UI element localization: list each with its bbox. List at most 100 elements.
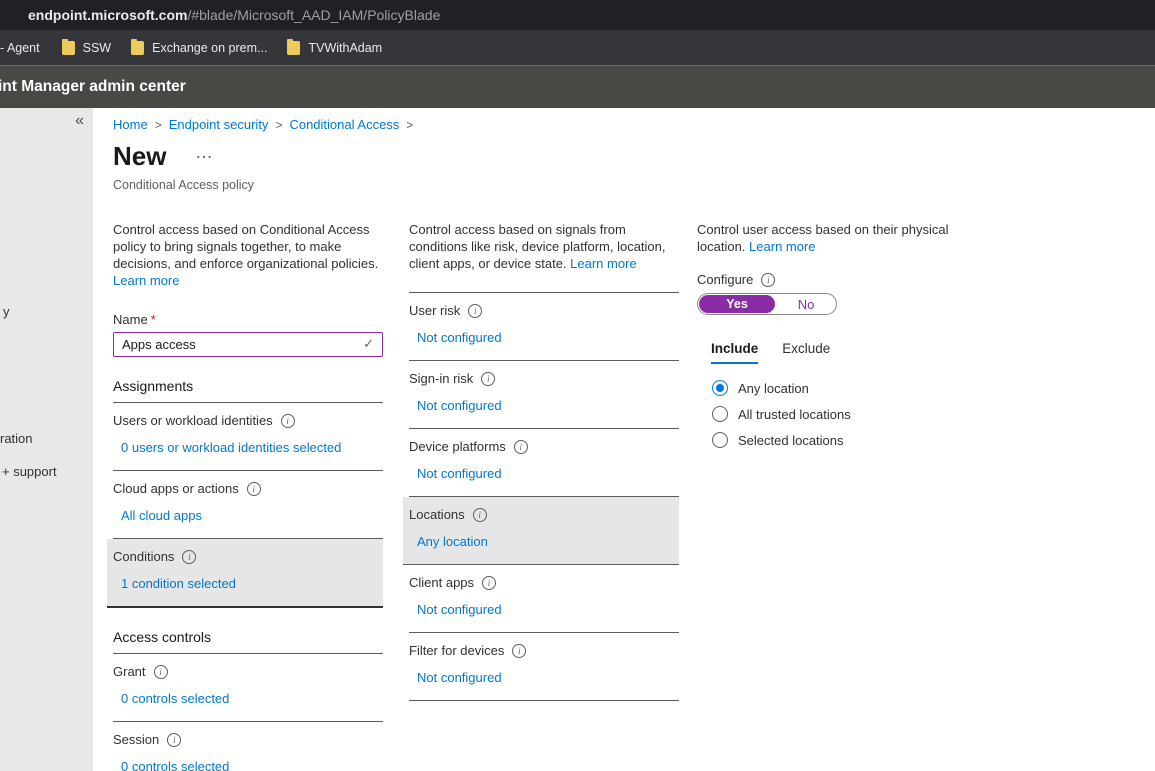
folder-icon <box>131 41 144 55</box>
chevron-right-icon: > <box>268 118 289 132</box>
tab-exclude[interactable]: Exclude <box>782 341 830 364</box>
device-platforms-link[interactable]: Not configured <box>417 466 502 481</box>
grant-item: Grant i 0 controls selected <box>113 654 383 722</box>
radio-unselected-icon <box>712 432 728 448</box>
name-input-wrap: ✓ <box>113 332 383 357</box>
item-label: User risk <box>409 303 460 318</box>
sign-in-risk-link[interactable]: Not configured <box>417 398 502 413</box>
locations-column: Control user access based on their physi… <box>697 221 952 771</box>
policy-column: Control access based on Conditional Acce… <box>113 221 383 771</box>
info-icon[interactable]: i <box>247 482 261 496</box>
include-exclude-tabs: Include Exclude <box>711 341 952 364</box>
bookmark-item-exchange[interactable]: Exchange on prem... <box>131 41 267 55</box>
item-label: Device platforms <box>409 439 506 454</box>
breadcrumb-conditional-access[interactable]: Conditional Access <box>289 117 399 132</box>
name-label: Name* <box>113 312 383 327</box>
app-header-title[interactable]: int Manager admin center <box>0 78 186 96</box>
folder-icon <box>62 41 75 55</box>
bookmark-item-tvwithadam[interactable]: TVWithAdam <box>287 41 382 55</box>
learn-more-link[interactable]: Learn more <box>749 239 815 254</box>
url-path: /#blade/Microsoft_AAD_IAM/PolicyBlade <box>187 7 440 23</box>
learn-more-link[interactable]: Learn more <box>570 256 636 271</box>
item-label: Sign-in risk <box>409 371 473 386</box>
name-label-text: Name <box>113 312 148 327</box>
breadcrumb: Home>Endpoint security>Conditional Acces… <box>113 117 1155 132</box>
chevron-right-icon: > <box>399 118 420 132</box>
item-label: Conditions <box>113 549 174 564</box>
info-icon[interactable]: i <box>182 550 196 564</box>
conditions-description: Control access based on signals from con… <box>409 221 679 272</box>
info-icon[interactable]: i <box>482 576 496 590</box>
policy-description: Control access based on Conditional Acce… <box>113 221 383 289</box>
bookmark-label: TVWithAdam <box>308 41 382 55</box>
item-label: Session <box>113 732 159 747</box>
page-title-row: New ... <box>113 143 1155 170</box>
toggle-no-button[interactable]: No <box>776 294 836 314</box>
device-platforms-item: Device platforms i Not configured <box>409 429 679 497</box>
bookmark-label: - Agent <box>0 41 40 55</box>
collapse-sidebar-icon[interactable]: « <box>75 112 84 130</box>
info-icon[interactable]: i <box>761 273 775 287</box>
info-icon[interactable]: i <box>514 440 528 454</box>
conditions-description-wrap: Control access based on signals from con… <box>409 221 679 293</box>
info-icon[interactable]: i <box>512 644 526 658</box>
client-apps-link[interactable]: Not configured <box>417 602 502 617</box>
bookmark-label: Exchange on prem... <box>152 41 267 55</box>
access-controls-heading: Access controls <box>113 629 383 654</box>
folder-icon <box>287 41 300 55</box>
all-cloud-apps-link[interactable]: All cloud apps <box>121 508 202 523</box>
locations-link[interactable]: Any location <box>417 534 488 549</box>
sidebar-item-troubleshooting-support[interactable]: + support <box>2 464 57 479</box>
tab-include[interactable]: Include <box>711 341 758 364</box>
session-controls-link[interactable]: 0 controls selected <box>121 759 229 771</box>
locations-description: Control user access based on their physi… <box>697 221 952 255</box>
location-radio-group: Any location All trusted locations Selec… <box>712 380 952 448</box>
info-icon[interactable]: i <box>473 508 487 522</box>
user-risk-link[interactable]: Not configured <box>417 330 502 345</box>
learn-more-link[interactable]: Learn more <box>113 273 179 288</box>
grant-controls-link[interactable]: 0 controls selected <box>121 691 229 706</box>
sign-in-risk-item: Sign-in risk i Not configured <box>409 361 679 429</box>
info-icon[interactable]: i <box>481 372 495 386</box>
radio-unselected-icon <box>712 406 728 422</box>
blade-columns: Control access based on Conditional Acce… <box>113 221 1155 771</box>
bookmark-item-ssw[interactable]: SSW <box>62 41 111 55</box>
conditions-item: Conditions i 1 condition selected <box>107 539 383 608</box>
item-label: Cloud apps or actions <box>113 481 239 496</box>
radio-all-trusted-locations[interactable]: All trusted locations <box>712 406 952 422</box>
sidebar-item-tenant-administration[interactable]: ration <box>0 431 33 446</box>
main-content: Home>Endpoint security>Conditional Acces… <box>93 108 1155 771</box>
filter-for-devices-item: Filter for devices i Not configured <box>409 633 679 701</box>
conditions-column: Control access based on signals from con… <box>409 221 679 771</box>
cloud-apps-item: Cloud apps or actions i All cloud apps <box>113 471 383 539</box>
bookmark-item-agent[interactable]: - Agent <box>0 41 40 55</box>
conditions-selected-link[interactable]: 1 condition selected <box>121 576 236 591</box>
sidebar: « y ration + support <box>0 108 93 771</box>
toggle-yes-button[interactable]: Yes <box>699 295 775 313</box>
item-label: Users or workload identities <box>113 413 273 428</box>
filter-for-devices-link[interactable]: Not configured <box>417 670 502 685</box>
info-icon[interactable]: i <box>167 733 181 747</box>
info-icon[interactable]: i <box>281 414 295 428</box>
session-item: Session i 0 controls selected <box>113 722 383 771</box>
sidebar-item-endpoint-security[interactable]: y <box>3 304 10 319</box>
required-asterisk: * <box>151 312 156 327</box>
checkmark-icon: ✓ <box>363 336 374 352</box>
more-options-icon[interactable]: ... <box>196 146 213 161</box>
users-workload-identities-item: Users or workload identities i 0 users o… <box>113 403 383 471</box>
browser-url-bar[interactable]: endpoint.microsoft.com/#blade/Microsoft_… <box>0 0 1155 30</box>
name-input[interactable] <box>113 332 383 357</box>
radio-label: All trusted locations <box>738 407 851 422</box>
radio-label: Any location <box>738 381 809 396</box>
description-text: Control user access based on their physi… <box>697 222 948 254</box>
breadcrumb-home[interactable]: Home <box>113 117 148 132</box>
radio-any-location[interactable]: Any location <box>712 380 952 396</box>
chevron-right-icon: > <box>148 118 169 132</box>
radio-selected-locations[interactable]: Selected locations <box>712 432 952 448</box>
item-label: Grant <box>113 664 146 679</box>
configure-row: Configure i <box>697 272 952 287</box>
info-icon[interactable]: i <box>154 665 168 679</box>
info-icon[interactable]: i <box>468 304 482 318</box>
breadcrumb-endpoint-security[interactable]: Endpoint security <box>169 117 269 132</box>
users-selected-link[interactable]: 0 users or workload identities selected <box>121 440 341 455</box>
